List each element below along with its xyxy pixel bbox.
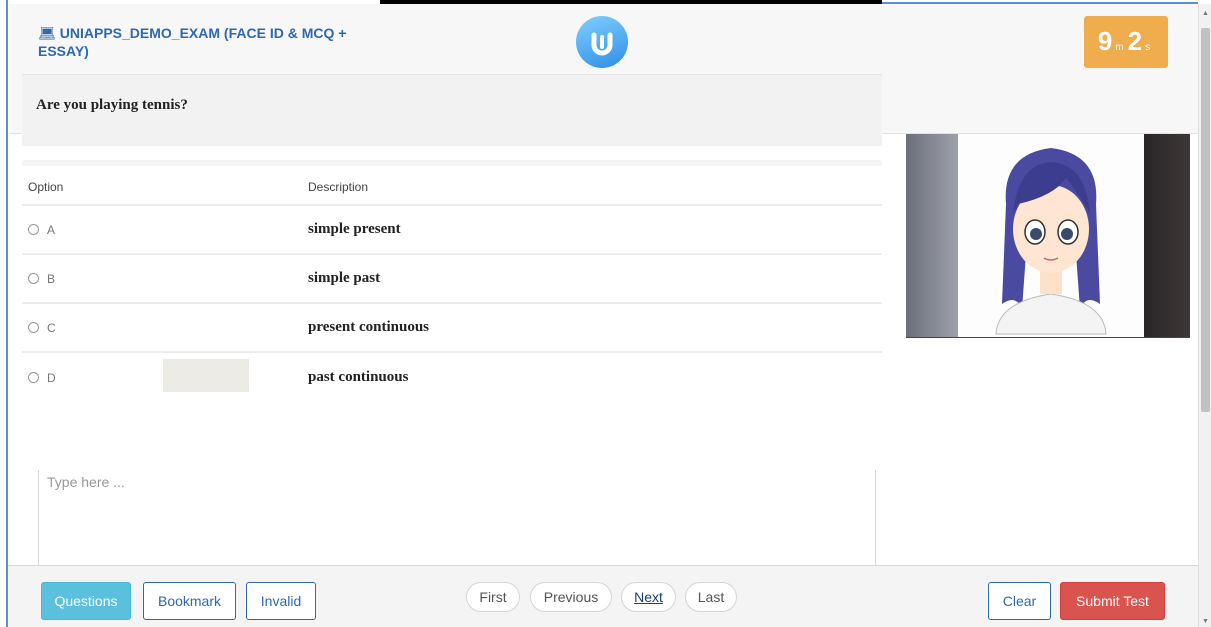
option-row-a[interactable]: A simple present xyxy=(22,206,882,255)
submit-test-button[interactable]: Submit Test xyxy=(1060,582,1165,620)
scrollbar-thumb[interactable] xyxy=(1201,28,1210,412)
option-row-b[interactable]: B simple past xyxy=(22,255,882,304)
countdown-timer: 9 m 2 s xyxy=(1084,16,1168,68)
scroll-down-arrow-icon[interactable]: ▼ xyxy=(1199,618,1211,625)
avatar-illustration xyxy=(995,148,1107,335)
redacted-area xyxy=(163,359,249,392)
options-header-row: Option Description xyxy=(22,170,882,206)
first-button[interactable]: First xyxy=(466,582,520,612)
invalid-button[interactable]: Invalid xyxy=(246,582,316,620)
option-a-description: simple present xyxy=(308,221,401,237)
option-row-d[interactable]: D past continuous xyxy=(22,353,882,402)
last-button[interactable]: Last xyxy=(685,582,737,612)
option-b-radio[interactable] xyxy=(28,273,39,284)
option-a-radio[interactable] xyxy=(28,224,39,235)
option-a-label: A xyxy=(47,222,56,237)
webcam-avatar xyxy=(958,134,1144,337)
laptop-icon: 💻︎ xyxy=(38,25,56,41)
webcam-background-right xyxy=(1144,134,1190,337)
questions-button[interactable]: Questions xyxy=(41,582,131,620)
description-column-header: Description xyxy=(308,180,369,194)
next-button[interactable]: Next xyxy=(621,582,676,612)
option-b-description: simple past xyxy=(308,270,381,286)
timer-minutes-unit: m xyxy=(1115,42,1124,53)
page-frame-left xyxy=(0,0,8,627)
clear-button[interactable]: Clear xyxy=(988,582,1051,620)
question-text: Are you playing tennis? xyxy=(36,97,188,113)
webcam-feed xyxy=(906,134,1190,338)
exam-title: 💻︎ UNIAPPS_DEMO_EXAM (FACE ID & MCQ + ESS… xyxy=(38,24,378,60)
option-row-c[interactable]: C present continuous xyxy=(22,304,882,353)
essay-answer-box xyxy=(38,470,876,570)
scroll-up-arrow-icon[interactable]: ▲ xyxy=(1199,10,1211,17)
essay-answer-input[interactable] xyxy=(47,474,867,564)
uniapps-logo xyxy=(576,16,628,68)
timer-seconds-unit: s xyxy=(1145,42,1151,53)
option-c-radio[interactable] xyxy=(28,322,39,333)
option-b-label: B xyxy=(47,271,56,286)
options-table: Option Description A simple present B si… xyxy=(22,170,882,402)
option-c-label: C xyxy=(47,320,56,335)
option-c-description: present continuous xyxy=(308,319,429,335)
question-divider xyxy=(22,160,882,166)
option-d-label: D xyxy=(47,370,56,385)
previous-button[interactable]: Previous xyxy=(530,582,612,612)
webcam-background-left xyxy=(906,134,958,337)
exam-title-text: UNIAPPS_DEMO_EXAM (FACE ID & MCQ + ESSAY… xyxy=(38,25,347,59)
question-box: Are you playing tennis? xyxy=(22,74,882,146)
footer-toolbar: Questions Bookmark Invalid First Previou… xyxy=(8,565,1198,627)
timer-minutes: 9 xyxy=(1097,26,1113,56)
option-column-header: Option xyxy=(28,180,64,194)
page-scrollbar[interactable]: ▲ ▼ xyxy=(1198,4,1211,627)
uniapps-logo-mark xyxy=(591,32,613,56)
option-d-description: past continuous xyxy=(308,369,409,385)
option-d-radio[interactable] xyxy=(28,372,39,383)
bookmark-button[interactable]: Bookmark xyxy=(143,582,236,620)
timer-seconds: 2 xyxy=(1127,26,1143,56)
